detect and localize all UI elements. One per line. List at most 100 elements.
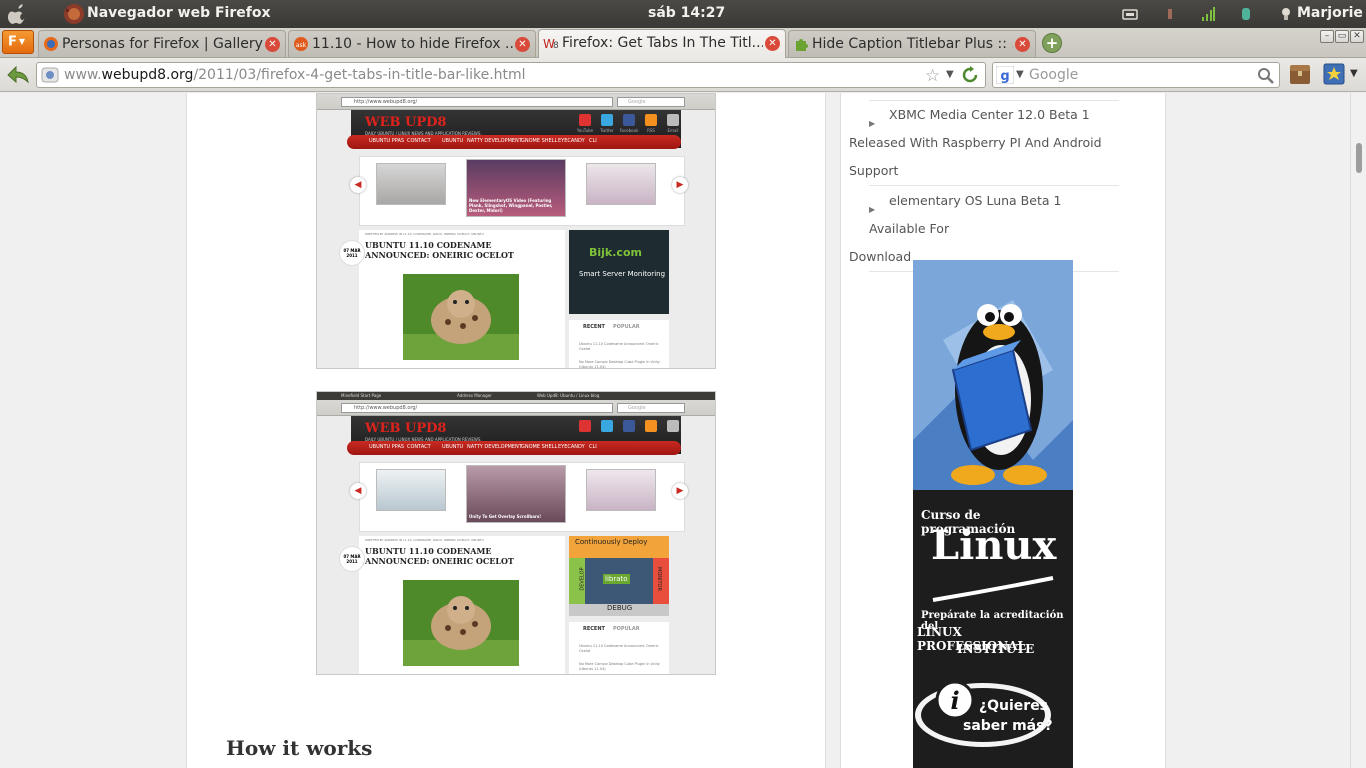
search-bar[interactable]: g ▼	[992, 62, 1280, 88]
screenshot-headline: UBUNTU 11.10 CODENAME ANNOUNCED: ONEIRIC…	[365, 546, 514, 566]
recent-item: Ubuntu 11.10 Codename Announced: Oneiric…	[579, 342, 659, 351]
screenshot-menu-item: UBUNTU PPAS	[369, 138, 405, 144]
bookmarks-icon[interactable]	[1322, 62, 1346, 86]
youtube-icon	[579, 114, 591, 126]
slide-featured: Unity To Get Overlay Scrollbars!	[466, 465, 566, 523]
google-icon[interactable]: g	[996, 66, 1014, 84]
search-icon[interactable]	[1257, 67, 1275, 85]
screenshot-tab: Web Upd8: Ubuntu / Linux blog	[537, 393, 600, 398]
linux-course-ad[interactable]: ▷ i Curso de progra	[913, 260, 1073, 768]
bookmark-star-icon[interactable]: ☆	[925, 66, 940, 86]
url-prefix: www.	[64, 67, 102, 83]
ocelot-photo	[403, 580, 519, 666]
tab-close-icon[interactable]: ✕	[265, 37, 280, 52]
slider-prev-icon: ◀	[350, 483, 366, 499]
sidebar-post-title[interactable]: Released With Raspberry PI And Android	[849, 129, 1119, 157]
addon-box-icon[interactable]	[1288, 62, 1312, 86]
sidebar-post-title[interactable]: Support	[849, 157, 1119, 185]
tab-label: Personas for Firefox | Gallery	[62, 36, 263, 52]
tab-close-icon[interactable]: ✕	[765, 36, 780, 51]
tab-strip: F ▼ Personas for Firefox | Gallery ✕ ask …	[0, 28, 1366, 58]
youtube-icon	[579, 420, 591, 432]
url-bar[interactable]: www.webupd8.org/2011/03/firefox-4-get-ta…	[36, 62, 986, 88]
screenshot-slider: New ElementaryOS Video (Featuring Plank,…	[350, 156, 688, 226]
svg-text:i: i	[950, 686, 959, 715]
scrollbar-thumb[interactable]	[1356, 143, 1362, 173]
sidebar-post-xbmc[interactable]: ▶ XBMC Media Center 12.0 Beta 1 Released…	[849, 101, 1119, 186]
ad-tagline: Smart Server Monitoring	[579, 270, 666, 278]
keyboard-indicator-icon[interactable]	[1122, 6, 1138, 22]
recent-item: No More Compiz Desktop Cube Plugin In Un…	[579, 662, 660, 671]
screenshot-menu-item: CONTACT	[407, 138, 431, 144]
facebook-icon	[623, 114, 635, 126]
slide-thumbnail	[586, 163, 656, 205]
minimize-window-button[interactable]: –	[1320, 30, 1334, 43]
screenshot-menu-item: GNOME SHELL	[521, 138, 558, 144]
facebook-icon	[623, 420, 635, 432]
tab-close-icon[interactable]: ✕	[515, 37, 530, 52]
recent-item: Ubuntu 11.10 Codename Announced: Oneiric…	[579, 644, 659, 653]
sidebar-divider	[869, 93, 1119, 101]
ad-bottom-text: DEBUG	[607, 604, 633, 612]
twitter-icon	[601, 114, 613, 126]
screenshot-logo: WEB UPD8	[365, 115, 447, 130]
social-label: Twitter	[600, 128, 614, 133]
screenshot-browser-chrome: http://www.webupd8.org/ Google	[317, 400, 715, 416]
ad-brand: Bijk.com	[589, 246, 642, 259]
clock[interactable]: sáb 14:27	[648, 5, 725, 21]
sidebar-post-title[interactable]: elementary OS Luna Beta 1 Available For	[869, 193, 1061, 236]
reload-icon[interactable]	[961, 66, 979, 84]
screenshot-menu-item: CLI	[589, 138, 597, 144]
active-app-title: Navegador web Firefox	[87, 5, 271, 21]
social-label: Email	[667, 128, 679, 133]
url-text[interactable]: www.webupd8.org/2011/03/firefox-4-get-ta…	[64, 67, 526, 83]
vertical-scrollbar[interactable]	[1350, 93, 1366, 768]
search-engine-dropdown-icon[interactable]: ▼	[1016, 69, 1024, 80]
toolbar-overflow-icon[interactable]: ▼	[1350, 68, 1358, 79]
askubuntu-icon: ask	[294, 37, 308, 51]
apple-logo-icon[interactable]	[8, 4, 28, 24]
ad-cta[interactable]: saber más?	[963, 718, 1053, 734]
tab-webupd8-active[interactable]: W 8 Firefox: Get Tabs In The Titl... ✕	[538, 29, 786, 58]
firefox-app-icon	[64, 4, 84, 24]
slider-prev-icon: ◀	[350, 177, 366, 193]
article-screenshot-2: Minefield Start Page Address Manager Web…	[316, 391, 716, 675]
screenshot-recent-widget: RECENT POPULAR Ubuntu 11.10 Codename Ann…	[569, 622, 669, 674]
user-menu[interactable]: Marjorie	[1297, 5, 1363, 21]
maximize-window-button[interactable]: ▭	[1335, 30, 1349, 43]
ocelot-photo	[403, 274, 519, 360]
screenshot-search: Google	[617, 403, 685, 413]
back-arrow-icon[interactable]	[4, 62, 32, 88]
screenshot-page: WEB UPD8 DAILY UBUNTU / LINUX NEWS AND A…	[317, 416, 715, 674]
close-window-button[interactable]: ✕	[1350, 30, 1364, 43]
social-label: Facebook	[619, 128, 639, 133]
ad-top-text: Continuously Deploy	[575, 538, 648, 546]
site-identity-icon[interactable]	[41, 67, 59, 83]
rss-icon	[645, 420, 657, 432]
tab-askubuntu[interactable]: ask 11.10 - How to hide Firefox ... ✕	[288, 30, 536, 57]
screenshot-logo: WEB UPD8	[365, 421, 447, 436]
ad-cta[interactable]: ¿Quieres	[979, 698, 1048, 714]
svg-text:8: 8	[553, 41, 559, 51]
url-path: /2011/03/firefox-4-get-tabs-in-title-bar…	[193, 67, 526, 83]
new-tab-button[interactable]: +	[1042, 33, 1062, 53]
messaging-icon[interactable]	[1238, 6, 1254, 22]
network-signal-icon[interactable]	[1200, 6, 1216, 22]
firefox-menu-button[interactable]: F ▼	[2, 30, 34, 54]
tab-close-icon[interactable]: ✕	[1015, 37, 1030, 52]
screenshot-page: WEB UPD8 DAILY UBUNTU / LINUX NEWS AND A…	[317, 110, 715, 368]
search-input[interactable]	[1029, 66, 1249, 84]
battery-icon[interactable]	[1162, 6, 1178, 22]
tab-personas-gallery[interactable]: Personas for Firefox | Gallery ✕	[38, 30, 286, 57]
rss-icon	[645, 114, 657, 126]
slide-thumbnail	[376, 469, 446, 511]
lightbulb-icon[interactable]	[1278, 6, 1294, 22]
slide-featured: New ElementaryOS Video (Featuring Plank,…	[466, 159, 566, 217]
tab-hide-caption-addon[interactable]: Hide Caption Titlebar Plus :: ... ✕	[788, 30, 1036, 57]
ad-brand: Linux	[931, 522, 1057, 569]
screenshot-meta: WRITTEN BY ANDREW IN 11.10, CODENAME, LI…	[365, 538, 484, 542]
bullet-icon: ▶	[869, 205, 876, 214]
sidebar: ▶ XBMC Media Center 12.0 Beta 1 Released…	[840, 93, 1166, 768]
history-dropdown-icon[interactable]: ▼	[946, 69, 954, 80]
sidebar-post-title[interactable]: XBMC Media Center 12.0 Beta 1	[869, 107, 1090, 122]
